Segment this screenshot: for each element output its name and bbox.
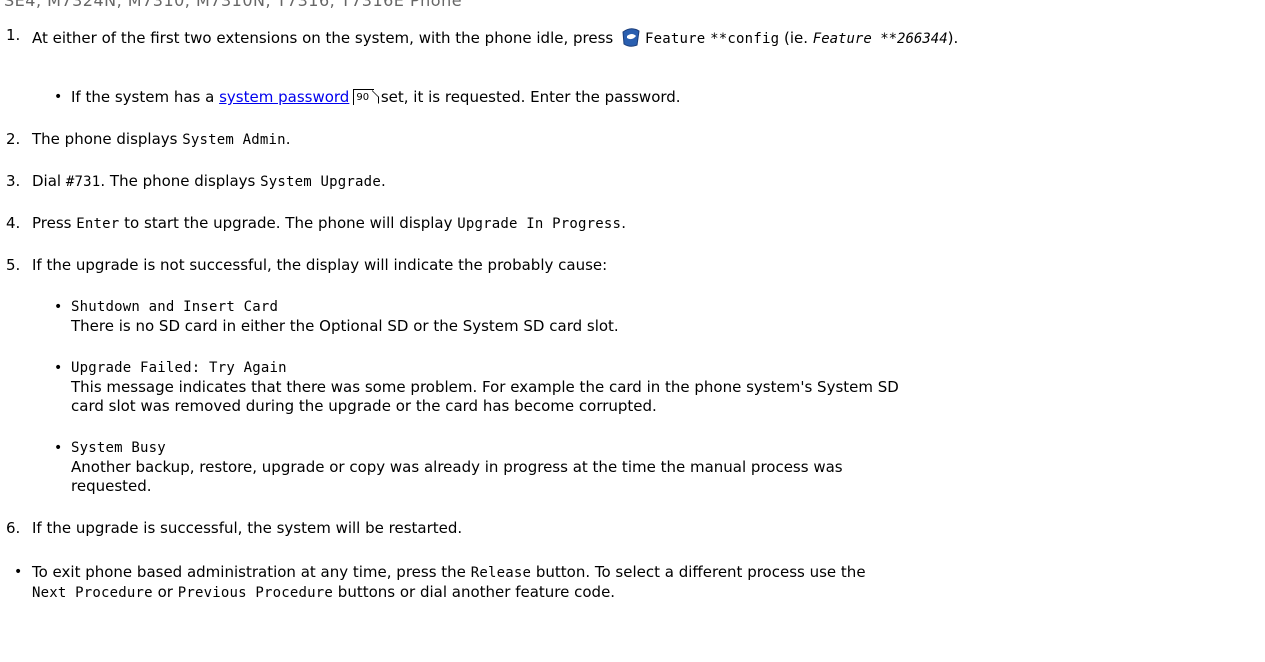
section-header: SE4, M7324N, M7310, M7310N, T7316, T7316…: [4, 0, 462, 10]
cause-title: System Busy: [71, 440, 166, 456]
step-text: At either of the first two extensions on…: [32, 26, 1256, 49]
next-procedure-text: Next Procedure: [32, 585, 153, 601]
cause-description-line: requested.: [71, 477, 152, 495]
bullet-dot: •: [54, 89, 63, 105]
step-number: 1.: [6, 26, 21, 44]
cause-item: • Shutdown and Insert Card There is no S…: [54, 298, 1254, 336]
help-page: SE4, M7324N, M7310, M7310N, T7316, T7316…: [0, 0, 1265, 662]
dial-code: #731: [65, 174, 101, 190]
system-password-link[interactable]: system password: [219, 88, 349, 106]
step-5: 5. If the upgrade is not successful, the…: [6, 256, 608, 274]
page-reference-icon[interactable]: 90: [353, 89, 375, 105]
step-3: 3. Dial #731. The phone displays System …: [6, 172, 386, 190]
cause-item: • System Busy Another backup, restore, u…: [54, 439, 1254, 496]
cause-description-line: Another backup, restore, upgrade or copy…: [71, 458, 843, 476]
display-text: System Upgrade: [260, 174, 381, 190]
cause-title: Shutdown and Insert Card: [71, 299, 279, 315]
step-2: 2. The phone displays System Admin.: [6, 130, 291, 148]
exit-note: • To exit phone based administration at …: [14, 563, 866, 601]
display-text: System Admin: [182, 132, 286, 148]
step-6: 6. If the upgrade is successful, the sys…: [6, 519, 463, 537]
step-4: 4. Press Enter to start the upgrade. The…: [6, 214, 626, 232]
step-1: 1. At either of the first two extensions…: [6, 26, 1256, 49]
cause-title: Upgrade Failed: Try Again: [71, 360, 287, 376]
cause-item: • Upgrade Failed: Try Again This message…: [54, 359, 1254, 416]
display-text: Upgrade In Progress: [457, 216, 622, 232]
cause-description-line: This message indicates that there was so…: [71, 378, 899, 396]
release-button-text: Release: [470, 565, 532, 581]
header-text: SE4, M7324N, M7310, M7310N, T7316, T7316…: [4, 0, 463, 10]
enter-key-text: Enter: [76, 216, 120, 232]
feature-key-icon: [620, 26, 642, 48]
cause-description-line: card slot was removed during the upgrade…: [71, 397, 657, 415]
previous-procedure-text: Previous Procedure: [177, 585, 334, 601]
cause-description: There is no SD card in either the Option…: [71, 317, 619, 335]
step-1-sub-bullet: • If the system has a system password 90 …: [54, 88, 681, 106]
